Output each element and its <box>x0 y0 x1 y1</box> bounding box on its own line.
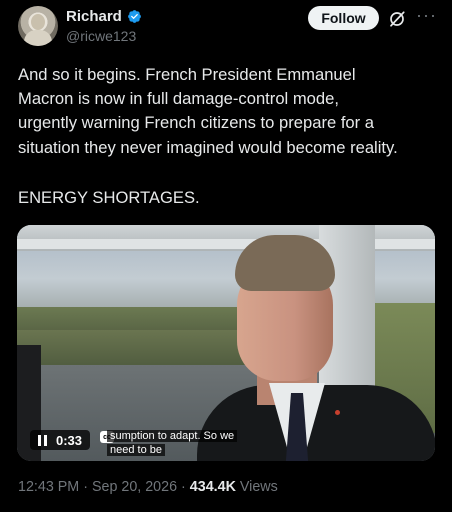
follow-button[interactable]: Follow <box>308 6 379 30</box>
caption-line-2: need to be <box>107 443 165 456</box>
video-speaker <box>177 235 435 461</box>
pause-icon[interactable] <box>38 434 48 446</box>
verified-badge-icon <box>127 10 141 23</box>
tweet-header: Richard @ricwe123 Follow ··· <box>14 6 438 50</box>
avatar[interactable] <box>18 6 58 46</box>
playback-control[interactable]: 0:33 <box>30 430 91 450</box>
tweet-text-highlight: ENERGY SHORTAGES. <box>18 188 200 207</box>
author-handle[interactable]: @ricwe123 <box>66 28 136 44</box>
author-row: Richard <box>66 8 142 25</box>
caption-line-1: sumption to adapt. So we <box>107 430 238 442</box>
views-count[interactable]: 434.4K <box>190 479 236 495</box>
tweet-meta: 12:43 PM · Sep 20, 2026 · 434.4K Views <box>18 479 278 495</box>
video-time: 0:33 <box>56 432 83 448</box>
video-player[interactable]: 0:33 cc sumption to adapt. So we need to… <box>17 225 435 461</box>
more-icon[interactable]: ··· <box>416 6 436 28</box>
tweet-text: And so it begins. French President Emman… <box>18 65 398 157</box>
meta-separator-2: · <box>181 479 186 495</box>
grok-icon[interactable] <box>388 10 406 28</box>
author-name[interactable]: Richard <box>66 8 122 25</box>
video-caption: sumption to adapt. So we need to be <box>107 430 259 457</box>
tweet-date[interactable]: Sep 20, 2026 <box>92 479 177 495</box>
tweet-time[interactable]: 12:43 PM <box>18 479 79 495</box>
meta-separator: · <box>83 479 88 495</box>
views-label: Views <box>239 479 278 495</box>
